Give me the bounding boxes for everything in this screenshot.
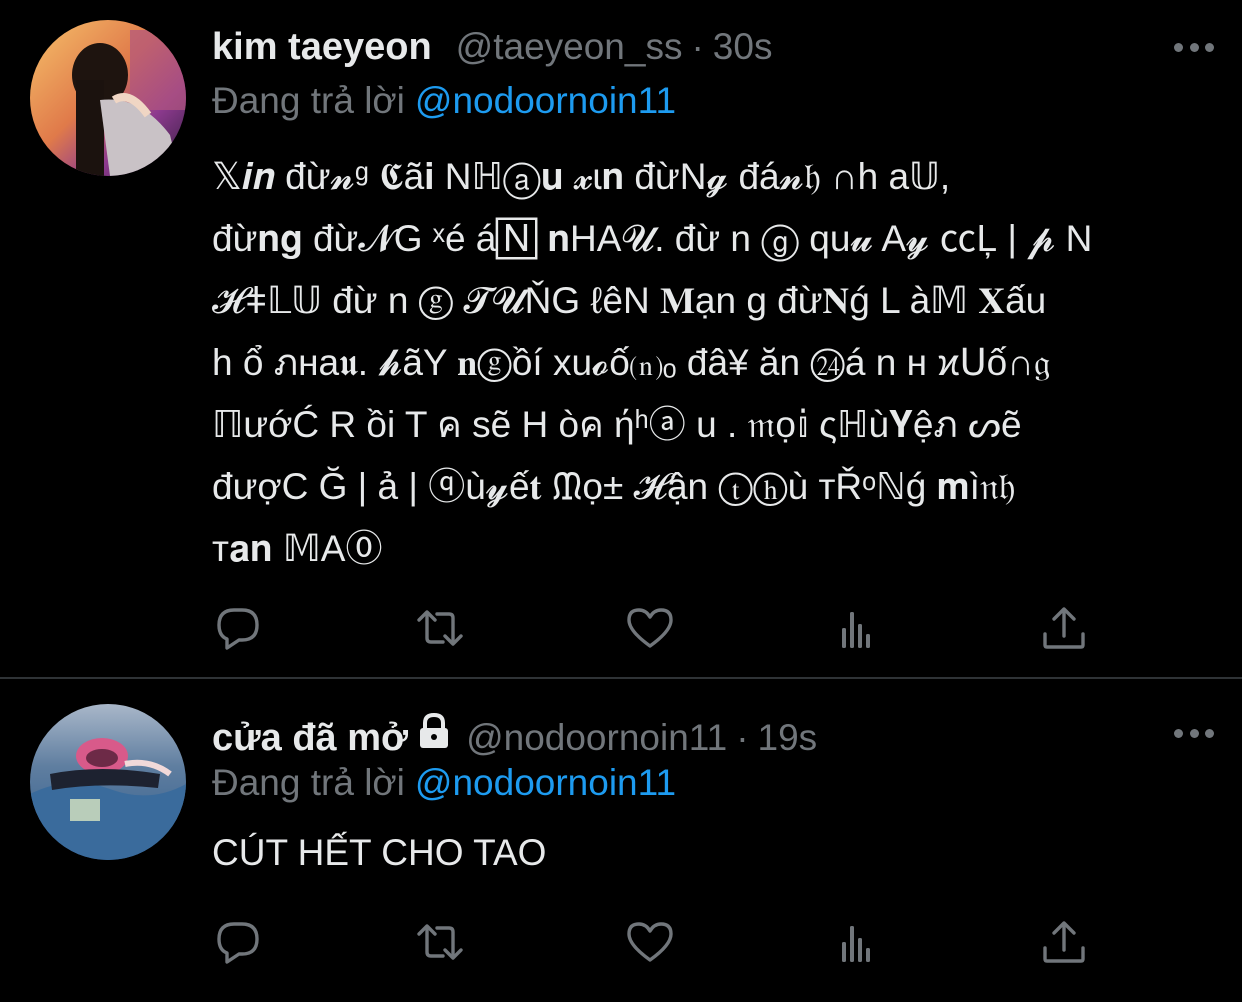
tweet-text-line: đượC Ğ | ả | ⓠù𝔂ế𝐭 ᙢọ± 𝓗ận ⓣⓗù тŘᵒℕǵ 𝐦ì𝔫…: [212, 466, 1016, 507]
like-icon[interactable]: [626, 918, 674, 966]
share-icon[interactable]: [1040, 604, 1088, 652]
replying-label: Đang trả lời: [212, 762, 405, 803]
share-icon[interactable]: [1040, 918, 1088, 966]
replying-to: Đang trả lời @nodoornoin11: [212, 762, 676, 804]
tweet-divider: [0, 677, 1242, 679]
tweet-text-line: CÚT HẾT CHO TAO: [212, 832, 547, 873]
display-name[interactable]: cửa đã mở: [212, 717, 408, 760]
separator-dot: ·: [736, 717, 749, 758]
tweet-nodoornoin[interactable]: cửa đã mở @nodoornoin11 · 19s Đang trả l…: [0, 680, 1242, 1002]
avatar-image: [30, 704, 186, 860]
tweet-text: CÚT HẾT CHO TAO: [212, 822, 1202, 884]
tweet-header: kim taeyeon @taeyeon_ss · 30s: [212, 26, 772, 72]
tweet-header: cửa đã mở @nodoornoin11 · 19s: [212, 712, 818, 760]
lock-icon: [416, 712, 452, 755]
avatar-taeyeon[interactable]: [30, 20, 186, 176]
timestamp[interactable]: 30s: [713, 26, 773, 68]
views-icon[interactable]: [834, 604, 882, 652]
tweet-text-line: đừ𝐧𝐠 đừ𝓝G ˣé á🄽 𝐧HA𝓤. đừ n ⓖ qu𝓾 A𝔂 ㏄Ļ |…: [212, 218, 1093, 259]
reply-icon[interactable]: [214, 604, 262, 652]
tweet-text-line: 𝓗ǂ𝕃𝕌 đừ n ⓖ 𝓣𝓤ŇG ℓêN 𝐌ạn g đừ𝐍ǵ L à𝕄 𝐗ấu: [212, 280, 1047, 321]
tweet-actions: [214, 604, 1094, 652]
separator-dot: ·: [691, 26, 704, 67]
retweet-icon[interactable]: [416, 918, 464, 966]
more-icon[interactable]: [1174, 40, 1214, 54]
tweet-text-line: h ổ ภнa𝖚. 𝓱ãY 𝐧ⓖồí xu𝓸ố⒩ₒ đâ¥ ăn ㉔á n н …: [212, 342, 1051, 383]
more-icon[interactable]: [1174, 726, 1214, 740]
like-icon[interactable]: [626, 604, 674, 652]
user-handle[interactable]: @taeyeon_ss: [456, 26, 683, 68]
tweet-taeyeon[interactable]: kim taeyeon @taeyeon_ss · 30s Đang trả l…: [0, 0, 1242, 678]
avatar-image: [30, 20, 186, 176]
tweet-text-line: 𝕏𝒊𝒏 đừ𝓷ᵍ 𝕮ã𝐢 Nℍⓐ𝐮 𝔁ɩ𝐧 đừN𝓰 đá𝓷𝔥 ∩h a𝕌,: [212, 156, 951, 197]
mention-link[interactable]: @nodoornoin11: [415, 762, 676, 803]
replying-label: Đang trả lời: [212, 80, 405, 121]
display-name[interactable]: kim taeyeon: [212, 26, 432, 69]
retweet-icon[interactable]: [416, 604, 464, 652]
avatar-nodoornoin[interactable]: [30, 704, 186, 860]
reply-icon[interactable]: [214, 918, 262, 966]
tweet-actions: [214, 918, 1094, 966]
views-icon[interactable]: [834, 918, 882, 966]
tweet-text: 𝕏𝒊𝒏 đừ𝓷ᵍ 𝕮ã𝐢 Nℍⓐ𝐮 𝔁ɩ𝐧 đừN𝓰 đá𝓷𝔥 ∩h a𝕌, đ…: [212, 146, 1202, 580]
tweet-text-line: т𝐚𝐧 𝕄A⓪: [212, 528, 383, 569]
replying-to: Đang trả lời @nodoornoin11: [212, 80, 676, 122]
user-handle[interactable]: @nodoornoin11: [466, 717, 727, 759]
timestamp[interactable]: 19s: [758, 717, 818, 759]
mention-link[interactable]: @nodoornoin11: [415, 80, 676, 121]
tweet-text-line: ℿướĆ R ồi T ค sẽ H òค ήʰⓐ u . 𝔪ọ𝕚 ςℍù𝐘ệภ…: [212, 404, 1022, 445]
